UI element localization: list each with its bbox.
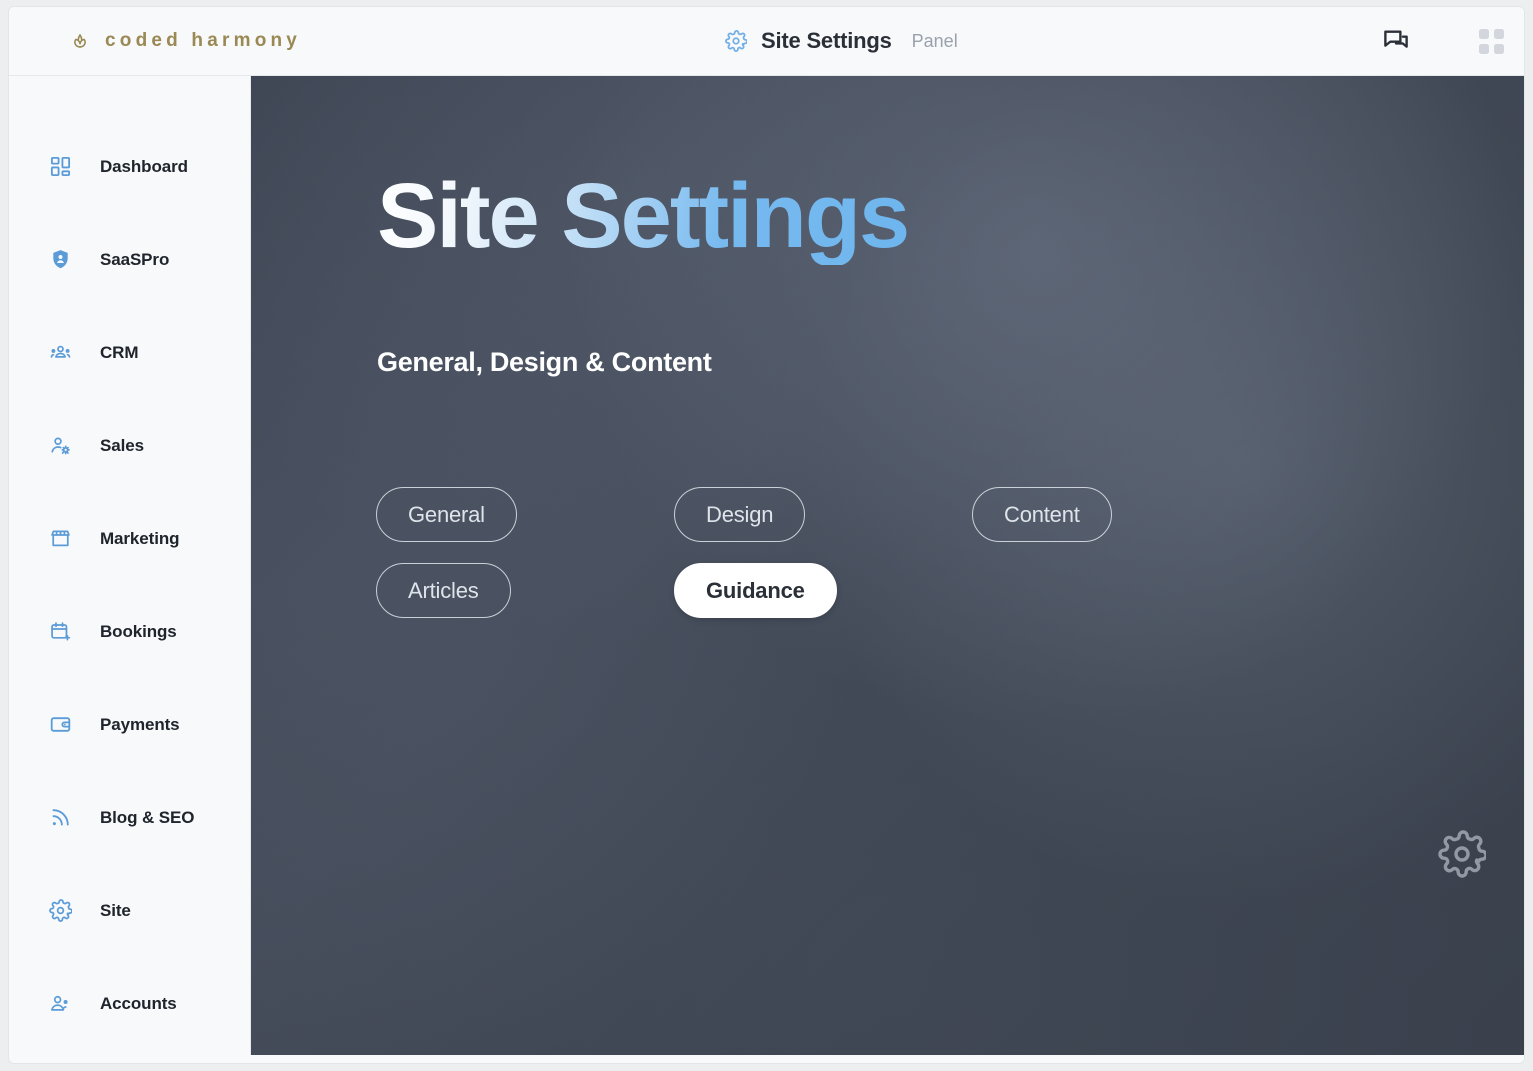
shield-user-icon — [49, 248, 72, 271]
sidebar-item-label: Bookings — [100, 621, 177, 641]
hero-subtitle: General, Design & Content — [377, 347, 712, 377]
page-title: Site Settings — [761, 28, 892, 53]
sidebar-item-label: Accounts — [100, 993, 177, 1013]
grid-dot — [1479, 43, 1489, 54]
sidebar: Dashboard SaaSPro CRM Sales Marketing Bo… — [9, 76, 251, 1055]
page-subtitle-label: Panel — [911, 30, 958, 51]
sidebar-item-payments[interactable]: Payments — [9, 678, 250, 771]
chat-bubbles-icon[interactable] — [1381, 26, 1411, 56]
sidebar-item-label: Site — [100, 900, 131, 920]
grid-dot — [1479, 28, 1489, 39]
main-panel: Site Settings General, Design & Content … — [251, 76, 1524, 1055]
sidebar-item-site[interactable]: Site — [9, 864, 250, 957]
user-group-icon — [49, 992, 72, 1015]
calendar-add-icon — [49, 620, 72, 643]
sidebar-item-marketing[interactable]: Marketing — [9, 492, 250, 585]
page-header: Site Settings Panel — [725, 28, 958, 54]
sidebar-item-label: Blog & SEO — [100, 807, 195, 827]
sidebar-item-accounts[interactable]: Accounts — [9, 957, 250, 1050]
dashboard-grid-icon — [49, 155, 72, 178]
app-window: coded harmony Site Settings Panel Dashbo… — [8, 6, 1525, 1064]
grid-dot — [1494, 28, 1504, 39]
hero-title: Site Settings — [377, 165, 910, 267]
contacts-group-icon — [49, 341, 72, 364]
brand-name: coded harmony — [105, 30, 302, 51]
pill-cell: Content — [972, 487, 1270, 542]
panel-background: Site Settings General, Design & Content … — [251, 76, 1524, 1055]
apps-grid-icon[interactable] — [1479, 28, 1504, 54]
sidebar-item-dashboard[interactable]: Dashboard — [9, 120, 250, 213]
window-footer-strip — [9, 1055, 1524, 1063]
pill-cell: General — [376, 487, 674, 542]
gear-icon — [49, 899, 73, 922]
rss-feed-icon — [49, 806, 72, 829]
sidebar-item-label: Dashboard — [100, 156, 188, 176]
gear-icon — [725, 30, 748, 52]
storefront-icon — [49, 527, 72, 550]
sidebar-item-label: Marketing — [100, 528, 180, 548]
tab-content[interactable]: Content — [972, 487, 1112, 542]
pill-cell: Guidance — [674, 563, 972, 618]
pill-cell: Articles — [376, 563, 674, 618]
sidebar-item-crm[interactable]: CRM — [9, 306, 250, 399]
sidebar-item-label: Payments — [100, 714, 180, 734]
lotus-icon — [69, 30, 91, 52]
top-bar-actions — [1381, 26, 1504, 56]
sidebar-item-saaspro[interactable]: SaaSPro — [9, 213, 250, 306]
tab-guidance[interactable]: Guidance — [674, 563, 837, 618]
app-body: Dashboard SaaSPro CRM Sales Marketing Bo… — [9, 76, 1524, 1055]
sidebar-item-label: CRM — [100, 342, 139, 362]
user-settings-icon — [49, 434, 72, 457]
brand-logo[interactable]: coded harmony — [69, 30, 301, 52]
sidebar-item-label: Sales — [100, 435, 144, 455]
sidebar-item-bookings[interactable]: Bookings — [9, 585, 250, 678]
wallet-icon — [49, 713, 72, 736]
top-bar: coded harmony Site Settings Panel — [9, 7, 1524, 76]
tab-general[interactable]: General — [376, 487, 517, 542]
gear-icon — [1438, 830, 1486, 878]
tab-articles[interactable]: Articles — [376, 563, 511, 618]
sidebar-item-blog-seo[interactable]: Blog & SEO — [9, 771, 250, 864]
sidebar-item-sales[interactable]: Sales — [9, 399, 250, 492]
sidebar-item-label: SaaSPro — [100, 249, 170, 269]
tab-pill-group: General Design Content Articles Guidance — [376, 487, 1436, 639]
grid-dot — [1494, 43, 1504, 54]
tab-design[interactable]: Design — [674, 487, 806, 542]
pill-cell: Design — [674, 487, 972, 542]
